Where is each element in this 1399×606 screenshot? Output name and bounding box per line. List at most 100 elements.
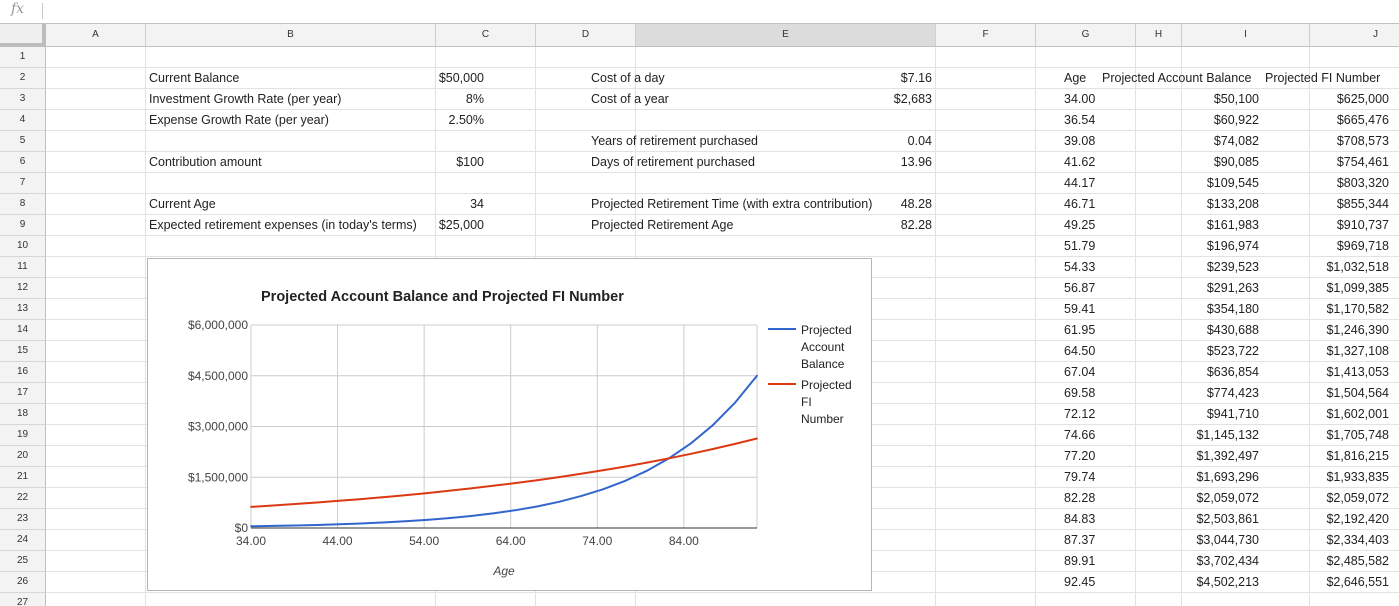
table-cell-balance[interactable]: $239,523 xyxy=(1099,257,1261,278)
row-header-1[interactable]: 1 xyxy=(0,47,46,68)
row-header-9[interactable]: 9 xyxy=(0,215,46,236)
table-cell-balance[interactable]: $523,722 xyxy=(1099,341,1261,362)
label-cost-day[interactable]: Cost of a day xyxy=(588,68,667,89)
table-cell-age[interactable]: 39.08 xyxy=(1061,131,1099,152)
value-cost-year[interactable]: $2,683 xyxy=(836,89,934,110)
value-retirement-expenses[interactable]: $25,000 xyxy=(386,215,486,236)
table-cell-fi[interactable]: $910,737 xyxy=(1261,215,1391,236)
label-years-purchased[interactable]: Years of retirement purchased xyxy=(588,131,760,152)
table-cell-balance[interactable]: $291,263 xyxy=(1099,278,1261,299)
row-header-12[interactable]: 12 xyxy=(0,278,46,299)
row-header-24[interactable]: 24 xyxy=(0,530,46,551)
column-header-e[interactable]: E xyxy=(636,24,936,47)
table-cell-fi[interactable]: $2,646,551 xyxy=(1261,572,1391,593)
column-header-c[interactable]: C xyxy=(436,24,536,47)
table-cell-balance[interactable]: $3,044,730 xyxy=(1099,530,1261,551)
table-cell-balance[interactable]: $774,423 xyxy=(1099,383,1261,404)
table-cell-balance[interactable]: $60,922 xyxy=(1099,110,1261,131)
table-cell-age[interactable]: 51.79 xyxy=(1061,236,1099,257)
table-cell-balance[interactable]: $941,710 xyxy=(1099,404,1261,425)
table-cell-balance[interactable]: $90,085 xyxy=(1099,152,1261,173)
table-cell-fi[interactable]: $855,344 xyxy=(1261,194,1391,215)
row-header-19[interactable]: 19 xyxy=(0,425,46,446)
row-header-14[interactable]: 14 xyxy=(0,320,46,341)
table-cell-age[interactable]: 34.00 xyxy=(1061,89,1099,110)
table-cell-balance[interactable]: $1,693,296 xyxy=(1099,467,1261,488)
table-cell-fi[interactable]: $625,000 xyxy=(1261,89,1391,110)
table-header-fi[interactable]: Projected FI Number xyxy=(1262,68,1382,89)
value-expense-growth[interactable]: 2.50% xyxy=(386,110,486,131)
value-current-balance[interactable]: $50,000 xyxy=(386,68,486,89)
table-header-age[interactable]: Age xyxy=(1061,68,1088,89)
row-header-5[interactable]: 5 xyxy=(0,131,46,152)
table-cell-balance[interactable]: $2,503,861 xyxy=(1099,509,1261,530)
table-cell-age[interactable]: 54.33 xyxy=(1061,257,1099,278)
table-cell-age[interactable]: 77.20 xyxy=(1061,446,1099,467)
row-header-8[interactable]: 8 xyxy=(0,194,46,215)
row-header-4[interactable]: 4 xyxy=(0,110,46,131)
table-header-balance[interactable]: Projected Account Balance xyxy=(1099,68,1253,89)
table-cell-balance[interactable]: $109,545 xyxy=(1099,173,1261,194)
label-cost-year[interactable]: Cost of a year xyxy=(588,89,671,110)
table-cell-balance[interactable]: $4,502,213 xyxy=(1099,572,1261,593)
table-cell-age[interactable]: 87.37 xyxy=(1061,530,1099,551)
row-header-17[interactable]: 17 xyxy=(0,383,46,404)
column-header-d[interactable]: D xyxy=(536,24,636,47)
column-header-g[interactable]: G xyxy=(1036,24,1136,47)
value-growth-rate[interactable]: 8% xyxy=(386,89,486,110)
value-retirement-time[interactable]: 48.28 xyxy=(888,194,934,215)
row-header-21[interactable]: 21 xyxy=(0,467,46,488)
table-cell-age[interactable]: 64.50 xyxy=(1061,341,1099,362)
table-cell-age[interactable]: 49.25 xyxy=(1061,215,1099,236)
row-header-3[interactable]: 3 xyxy=(0,89,46,110)
table-cell-fi[interactable]: $2,192,420 xyxy=(1261,509,1391,530)
table-cell-fi[interactable]: $754,461 xyxy=(1261,152,1391,173)
label-retirement-time[interactable]: Projected Retirement Time (with extra co… xyxy=(588,194,874,215)
row-header-6[interactable]: 6 xyxy=(0,152,46,173)
label-current-age[interactable]: Current Age xyxy=(146,194,218,215)
line-chart[interactable]: Projected Account Balance and Projected … xyxy=(147,258,872,591)
table-cell-age[interactable]: 56.87 xyxy=(1061,278,1099,299)
row-header-10[interactable]: 10 xyxy=(0,236,46,257)
table-cell-fi[interactable]: $969,718 xyxy=(1261,236,1391,257)
label-growth-rate[interactable]: Investment Growth Rate (per year) xyxy=(146,89,343,110)
table-cell-fi[interactable]: $1,246,390 xyxy=(1261,320,1391,341)
table-cell-age[interactable]: 41.62 xyxy=(1061,152,1099,173)
formula-input[interactable] xyxy=(48,2,1388,21)
column-header-f[interactable]: F xyxy=(936,24,1036,47)
table-cell-age[interactable]: 69.58 xyxy=(1061,383,1099,404)
label-retirement-age[interactable]: Projected Retirement Age xyxy=(588,215,735,236)
row-header-11[interactable]: 11 xyxy=(0,257,46,278)
row-header-27[interactable]: 27 xyxy=(0,593,46,606)
table-cell-age[interactable]: 44.17 xyxy=(1061,173,1099,194)
row-header-13[interactable]: 13 xyxy=(0,299,46,320)
table-cell-balance[interactable]: $133,208 xyxy=(1099,194,1261,215)
value-current-age[interactable]: 34 xyxy=(386,194,486,215)
table-cell-balance[interactable]: $1,392,497 xyxy=(1099,446,1261,467)
row-header-7[interactable]: 7 xyxy=(0,173,46,194)
table-cell-balance[interactable]: $196,974 xyxy=(1099,236,1261,257)
table-cell-balance[interactable]: $1,145,132 xyxy=(1099,425,1261,446)
row-header-25[interactable]: 25 xyxy=(0,551,46,572)
value-retirement-age[interactable]: 82.28 xyxy=(888,215,934,236)
table-cell-balance[interactable]: $354,180 xyxy=(1099,299,1261,320)
table-cell-fi[interactable]: $803,320 xyxy=(1261,173,1391,194)
table-cell-age[interactable]: 61.95 xyxy=(1061,320,1099,341)
value-days-purchased[interactable]: 13.96 xyxy=(836,152,934,173)
column-header-b[interactable]: B xyxy=(146,24,436,47)
table-cell-age[interactable]: 74.66 xyxy=(1061,425,1099,446)
label-days-purchased[interactable]: Days of retirement purchased xyxy=(588,152,757,173)
value-years-purchased[interactable]: 0.04 xyxy=(836,131,934,152)
row-header-16[interactable]: 16 xyxy=(0,362,46,383)
label-expense-growth[interactable]: Expense Growth Rate (per year) xyxy=(146,110,331,131)
row-header-15[interactable]: 15 xyxy=(0,341,46,362)
table-cell-age[interactable]: 84.83 xyxy=(1061,509,1099,530)
row-header-23[interactable]: 23 xyxy=(0,509,46,530)
table-cell-fi[interactable]: $2,059,072 xyxy=(1261,488,1391,509)
table-cell-balance[interactable]: $3,702,434 xyxy=(1099,551,1261,572)
table-cell-fi[interactable]: $1,816,215 xyxy=(1261,446,1391,467)
table-cell-balance[interactable]: $161,983 xyxy=(1099,215,1261,236)
table-cell-fi[interactable]: $2,485,582 xyxy=(1261,551,1391,572)
table-cell-balance[interactable]: $2,059,072 xyxy=(1099,488,1261,509)
column-header-h[interactable]: H xyxy=(1136,24,1182,47)
